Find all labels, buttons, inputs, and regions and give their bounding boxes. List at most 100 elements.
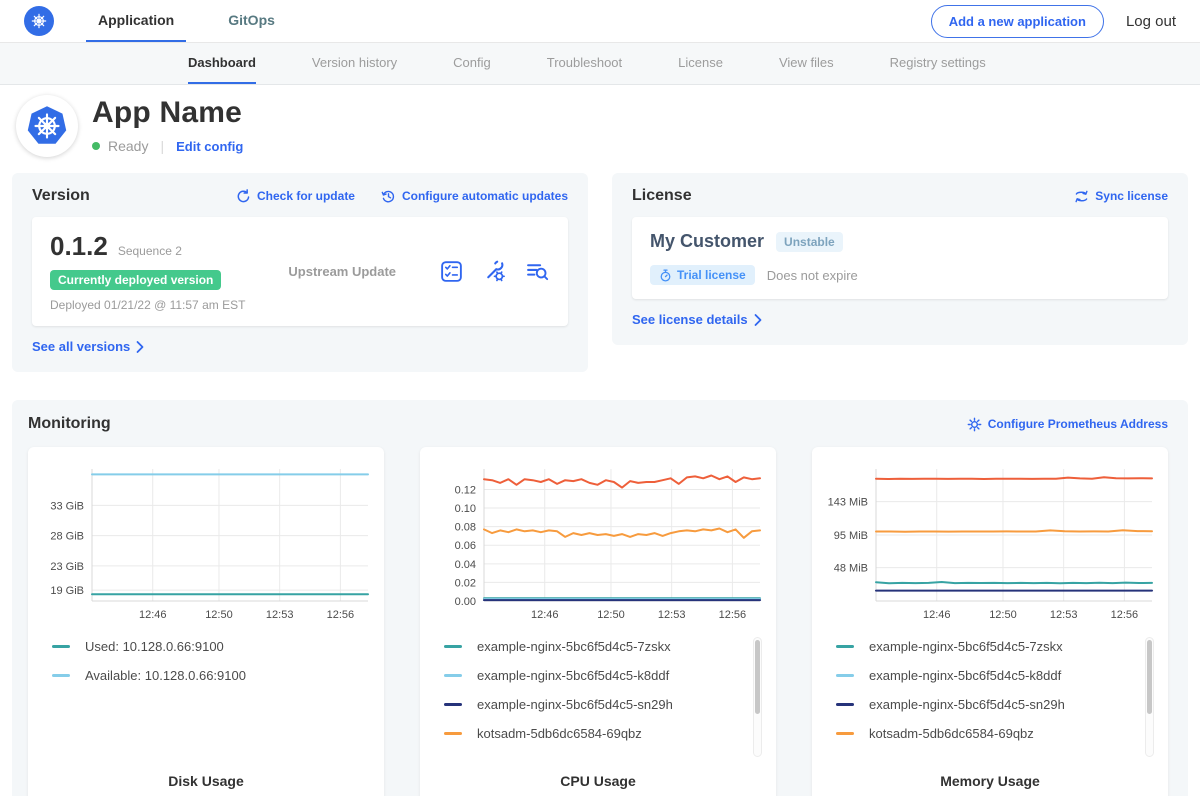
legend-swatch-icon <box>444 732 462 735</box>
app-header: App Name Ready | Edit config <box>0 85 1200 169</box>
svg-text:12:46: 12:46 <box>139 609 167 621</box>
legend-scrollbar[interactable] <box>1145 637 1154 757</box>
edit-config-link[interactable]: Edit config <box>176 139 243 154</box>
app-icon <box>16 95 78 157</box>
logout-link[interactable]: Log out <box>1126 13 1176 30</box>
memory-usage-card: 143 MiB95 MiB48 MiB12:4612:5012:5312:56 … <box>812 447 1168 796</box>
legend-label: Used: 10.128.0.66:9100 <box>85 639 224 654</box>
file-search-icon[interactable] <box>525 259 550 284</box>
deployed-timestamp: Deployed 01/21/22 @ 11:57 am EST <box>50 298 245 312</box>
channel-badge: Unstable <box>776 232 843 252</box>
check-for-update-link[interactable]: Check for update <box>236 189 355 204</box>
add-application-button[interactable]: Add a new application <box>931 5 1104 38</box>
sequence-label: Sequence 2 <box>118 244 182 258</box>
legend-item: kotsadm-5db6dc6584-69qbz <box>836 724 1132 743</box>
svg-text:0.02: 0.02 <box>455 577 476 589</box>
license-card-title: License <box>632 187 692 205</box>
stopwatch-icon <box>659 269 672 282</box>
license-summary-row: My Customer Unstable Trial license Does … <box>632 217 1168 299</box>
svg-text:0.00: 0.00 <box>455 596 476 608</box>
legend-swatch-icon <box>52 645 70 648</box>
current-version-row: 0.1.2 Sequence 2 Currently deployed vers… <box>32 217 568 326</box>
legend-item: example-nginx-5bc6f5d4c5-k8ddf <box>836 666 1132 685</box>
license-card: License Sync license My Customer Unstabl… <box>612 173 1188 345</box>
chart-title: CPU Usage <box>430 763 766 796</box>
sync-icon <box>1074 190 1089 203</box>
legend-label: example-nginx-5bc6f5d4c5-7zskx <box>869 639 1063 654</box>
configure-automatic-updates-link[interactable]: Configure automatic updates <box>381 189 568 204</box>
trial-license-badge: Trial license <box>650 265 755 285</box>
chart-title: Disk Usage <box>38 763 374 796</box>
legend-item: example-nginx-5bc6f5d4c5-7zskx <box>836 637 1132 656</box>
svg-text:12:46: 12:46 <box>531 609 559 621</box>
chevron-right-icon <box>136 341 144 353</box>
app-sub-navigation: Dashboard Version history Config Troublesho… <box>0 43 1200 85</box>
currently-deployed-badge: Currently deployed version <box>50 270 221 290</box>
legend-label: example-nginx-5bc6f5d4c5-sn29h <box>869 697 1065 712</box>
charts-grid: 33 GiB28 GiB23 GiB19 GiB12:4612:5012:531… <box>28 447 1168 796</box>
svg-text:12:53: 12:53 <box>266 609 294 621</box>
preflight-checks-icon[interactable] <box>439 259 464 284</box>
version-card: Version Check for update Configure au <box>12 173 588 372</box>
svg-text:0.10: 0.10 <box>455 503 476 515</box>
legend-item: example-nginx-5bc6f5d4c5-7zskx <box>444 637 740 656</box>
svg-text:12:56: 12:56 <box>327 609 355 621</box>
topnav-tab-gitops[interactable]: GitOps <box>216 0 287 42</box>
svg-text:12:50: 12:50 <box>989 609 1017 621</box>
subnav-item-registry-settings[interactable]: Registry settings <box>890 43 986 84</box>
subnav-item-troubleshoot[interactable]: Troubleshoot <box>547 43 622 84</box>
subnav-item-config[interactable]: Config <box>453 43 491 84</box>
see-all-versions-link[interactable]: See all versions <box>32 339 144 354</box>
see-license-details-link[interactable]: See license details <box>632 312 762 327</box>
legend-item: example-nginx-5bc6f5d4c5-k8ddf <box>444 666 740 685</box>
topnav-tab-application[interactable]: Application <box>86 0 186 42</box>
scrollbar-thumb[interactable] <box>1147 640 1152 714</box>
legend-label: example-nginx-5bc6f5d4c5-k8ddf <box>869 668 1061 683</box>
svg-text:12:53: 12:53 <box>1050 609 1078 621</box>
clock-arrow-icon <box>381 189 396 204</box>
legend-label: example-nginx-5bc6f5d4c5-sn29h <box>477 697 673 712</box>
memory-usage-chart: 143 MiB95 MiB48 MiB12:4612:5012:5312:56 <box>822 459 1158 627</box>
svg-text:0.06: 0.06 <box>455 540 476 552</box>
disk-usage-card: 33 GiB28 GiB23 GiB19 GiB12:4612:5012:531… <box>28 447 384 796</box>
sync-license-link[interactable]: Sync license <box>1074 189 1168 203</box>
legend-swatch-icon <box>444 703 462 706</box>
legend-item: Used: 10.128.0.66:9100 <box>52 637 348 656</box>
legend-swatch-icon <box>836 732 854 735</box>
configure-prometheus-link[interactable]: Configure Prometheus Address <box>967 417 1168 432</box>
legend-item: example-nginx-5bc6f5d4c5-sn29h <box>836 695 1132 714</box>
legend-swatch-icon <box>836 674 854 677</box>
version-source-label: Upstream Update <box>245 264 439 279</box>
cpu-usage-legend: example-nginx-5bc6f5d4c5-7zskx example-ng… <box>444 637 766 763</box>
license-expiry-text: Does not expire <box>767 268 858 283</box>
legend-swatch-icon <box>52 674 70 677</box>
chevron-right-icon <box>754 314 762 326</box>
legend-label: example-nginx-5bc6f5d4c5-7zskx <box>477 639 671 654</box>
subnav-item-license[interactable]: License <box>678 43 723 84</box>
legend-scrollbar[interactable] <box>753 637 762 757</box>
topnav-tabs: Application GitOps <box>86 0 287 42</box>
page-title: App Name <box>92 96 243 130</box>
legend-item: kotsadm-5db6dc6584-69qbz <box>444 724 740 743</box>
status-dot <box>92 142 100 150</box>
topnav-actions: Add a new application Log out <box>931 0 1176 42</box>
svg-text:23 GiB: 23 GiB <box>50 561 84 573</box>
subnav-item-dashboard[interactable]: Dashboard <box>188 43 256 84</box>
disk-usage-legend: Used: 10.128.0.66:9100 Available: 10.128.… <box>52 637 374 763</box>
svg-text:143 MiB: 143 MiB <box>828 497 868 509</box>
svg-text:12:46: 12:46 <box>923 609 951 621</box>
gear-icon <box>967 417 982 432</box>
svg-text:12:56: 12:56 <box>719 609 747 621</box>
disk-usage-chart: 33 GiB28 GiB23 GiB19 GiB12:4612:5012:531… <box>38 459 374 627</box>
svg-text:0.08: 0.08 <box>455 522 476 534</box>
monitoring-section: Monitoring Configure Prometheus Address … <box>12 400 1188 796</box>
svg-text:12:56: 12:56 <box>1111 609 1139 621</box>
legend-label: example-nginx-5bc6f5d4c5-k8ddf <box>477 668 669 683</box>
legend-item: Available: 10.128.0.66:9100 <box>52 666 348 685</box>
subnav-item-version-history[interactable]: Version history <box>312 43 397 84</box>
scrollbar-thumb[interactable] <box>755 640 760 714</box>
config-wrench-icon[interactable] <box>482 259 507 284</box>
refresh-icon <box>236 189 251 204</box>
subnav-item-view-files[interactable]: View files <box>779 43 834 84</box>
version-card-title: Version <box>32 187 90 205</box>
